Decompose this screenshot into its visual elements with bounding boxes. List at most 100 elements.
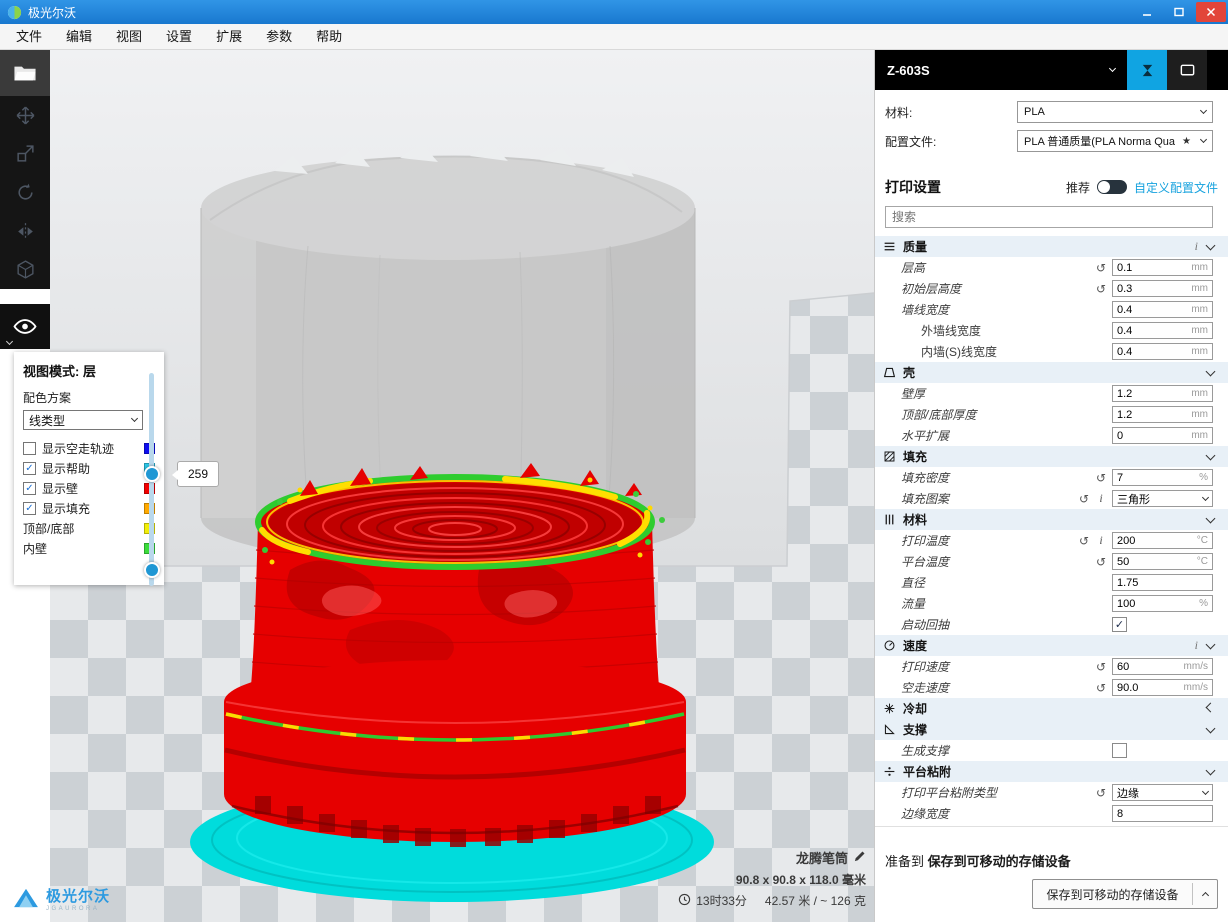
chevron-down-icon[interactable] [1206, 513, 1216, 523]
support-icon [883, 723, 900, 736]
view-mode-button[interactable] [0, 304, 50, 349]
chevron-down-icon[interactable] [1206, 450, 1216, 460]
setting-checkbox[interactable]: ✓ [1112, 617, 1127, 632]
info-icon[interactable]: i [1095, 533, 1107, 548]
category-cooling[interactable]: 冷却 [875, 698, 1228, 719]
category-support[interactable]: 支撑 [875, 719, 1228, 740]
speed-icon [883, 639, 900, 652]
category-shell[interactable]: 壳 [875, 362, 1228, 383]
setting-input[interactable]: 50°C [1112, 553, 1213, 570]
setting-input[interactable]: 0.3mm [1112, 280, 1213, 297]
edit-name-icon[interactable] [853, 850, 866, 866]
infill-icon [883, 450, 900, 463]
chevron-down-icon[interactable] [1206, 639, 1216, 649]
legend-checkbox[interactable]: ✓ [23, 462, 36, 475]
setting-input[interactable]: 7% [1112, 469, 1213, 486]
setting-input[interactable]: 0.4mm [1112, 343, 1213, 360]
setting-input[interactable]: 200°C [1112, 532, 1213, 549]
setting-select[interactable]: 三角形 [1112, 490, 1213, 507]
setting-input[interactable]: 0.4mm [1112, 322, 1213, 339]
menu-extensions[interactable]: 扩展 [204, 24, 254, 49]
mirror-tool-button[interactable] [0, 212, 50, 251]
recommended-custom-toggle[interactable] [1097, 180, 1127, 194]
setting-row-speed-1: 空走速度↺90.0mm/s [875, 677, 1228, 698]
reset-icon[interactable]: ↺ [1078, 534, 1090, 548]
legend-checkbox[interactable] [23, 442, 36, 455]
reset-icon[interactable]: ↺ [1095, 660, 1107, 674]
scale-tool-button[interactable] [0, 135, 50, 174]
setting-select[interactable]: 边缘 [1112, 784, 1213, 801]
setting-value: 8 [1117, 808, 1123, 820]
close-button[interactable] [1196, 2, 1226, 22]
monitor-tab-button[interactable] [1167, 50, 1207, 90]
title-bar[interactable]: 极光尔沃 [0, 0, 1228, 24]
save-to-removable-button[interactable]: 保存到可移动的存储设备 [1032, 879, 1218, 909]
info-icon[interactable]: i [1195, 239, 1198, 254]
menu-file[interactable]: 文件 [4, 24, 54, 49]
setting-input[interactable]: 1.75 [1112, 574, 1213, 591]
setting-input[interactable]: 90.0mm/s [1112, 679, 1213, 696]
setting-checkbox[interactable] [1112, 743, 1127, 758]
category-adhesion[interactable]: 平台粘附 [875, 761, 1228, 782]
support-blocker-tool-button[interactable] [0, 250, 50, 289]
chevron-left-icon[interactable] [1206, 702, 1216, 712]
setting-input[interactable]: 1.2mm [1112, 385, 1213, 402]
setting-row-speed-0: 打印速度↺60mm/s [875, 656, 1228, 677]
legend-checkbox[interactable]: ✓ [23, 482, 36, 495]
open-file-button[interactable] [0, 50, 50, 96]
chevron-down-icon[interactable] [1206, 240, 1216, 250]
chevron-down-icon[interactable] [1206, 723, 1216, 733]
prepare-tab-button[interactable] [1127, 50, 1167, 90]
viewport-3d[interactable] [50, 50, 874, 922]
reset-icon[interactable]: ↺ [1095, 681, 1107, 695]
save-device-dropdown[interactable] [1193, 890, 1217, 898]
chevron-down-icon[interactable] [1206, 366, 1216, 376]
setting-input[interactable]: 60mm/s [1112, 658, 1213, 675]
chevron-down-icon[interactable] [1206, 765, 1216, 775]
setting-input[interactable]: 0.4mm [1112, 301, 1213, 318]
setting-unit: °C [1197, 556, 1208, 567]
setting-input[interactable]: 0mm [1112, 427, 1213, 444]
move-tool-button[interactable] [0, 96, 50, 135]
rotate-tool-button[interactable] [0, 173, 50, 212]
machine-select[interactable]: Z-603S [875, 50, 1127, 90]
maximize-button[interactable] [1164, 2, 1194, 22]
clock-icon [678, 893, 691, 909]
layer-slider-lower-handle[interactable] [144, 562, 160, 578]
setting-input[interactable]: 0.1mm [1112, 259, 1213, 276]
legend-label: 显示帮助 [42, 460, 90, 477]
material-select[interactable]: PLA [1017, 101, 1213, 123]
reset-icon[interactable]: ↺ [1078, 492, 1090, 506]
reset-icon[interactable]: ↺ [1095, 282, 1107, 296]
chevron-up-icon [1201, 892, 1208, 899]
category-speed[interactable]: 速度i [875, 635, 1228, 656]
search-input[interactable] [885, 206, 1213, 228]
category-infill[interactable]: 填充 [875, 446, 1228, 467]
legend-checkbox[interactable]: ✓ [23, 502, 36, 515]
menu-parameters[interactable]: 参数 [254, 24, 304, 49]
setting-input[interactable]: 100% [1112, 595, 1213, 612]
menu-edit[interactable]: 编辑 [54, 24, 104, 49]
reset-icon[interactable]: ↺ [1095, 261, 1107, 275]
reset-icon[interactable]: ↺ [1095, 786, 1107, 800]
category-material[interactable]: 材料 [875, 509, 1228, 530]
reset-icon[interactable]: ↺ [1095, 471, 1107, 485]
menu-help[interactable]: 帮助 [304, 24, 354, 49]
minimize-button[interactable] [1132, 2, 1162, 22]
setting-input[interactable]: 8 [1112, 805, 1213, 822]
color-scheme-select[interactable]: 线类型 [23, 410, 143, 430]
layer-slider-upper-handle[interactable] [144, 466, 160, 482]
profile-select[interactable]: PLA 普通质量(PLA Norma Qua ★ [1017, 130, 1213, 152]
setting-input[interactable]: 1.2mm [1112, 406, 1213, 423]
info-icon[interactable]: i [1095, 491, 1107, 506]
reset-icon[interactable]: ↺ [1095, 555, 1107, 569]
category-quality[interactable]: 质量i [875, 236, 1228, 257]
menu-settings[interactable]: 设置 [154, 24, 204, 49]
menu-view[interactable]: 视图 [104, 24, 154, 49]
model-sliced-lower[interactable] [224, 463, 686, 847]
setting-row-quality-2: 墙线宽度0.4mm [875, 299, 1228, 320]
app-logo-icon [7, 5, 22, 20]
setting-label: 层高 [875, 259, 925, 276]
custom-profile-link[interactable]: 自定义配置文件 [1134, 179, 1218, 196]
info-icon[interactable]: i [1195, 638, 1198, 653]
